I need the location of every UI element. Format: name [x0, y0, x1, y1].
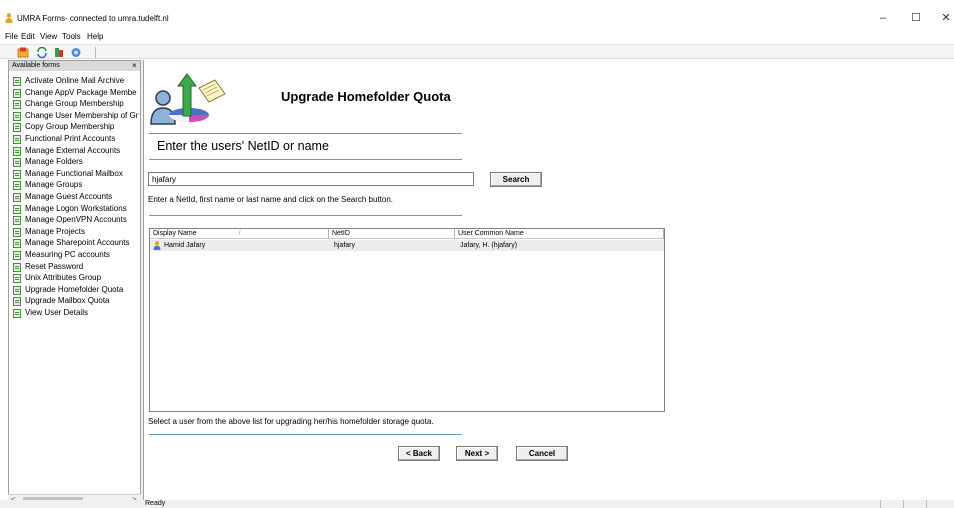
title-bar: UMRA Forms- connected to umra.tudelft.nl… [0, 0, 954, 30]
panel-splitter[interactable] [141, 60, 144, 500]
search-input[interactable] [148, 172, 474, 186]
divider [149, 434, 462, 435]
menu-view[interactable]: View [40, 32, 57, 41]
form-icon [13, 181, 21, 191]
available-forms-panel: Available forms × Activate Online Mail A… [8, 60, 141, 500]
user-results-list[interactable]: Display Name / NetID User Common Name Ham… [149, 228, 665, 412]
cell-netid: hjafary [334, 242, 356, 249]
form-icon [13, 146, 21, 156]
form-icon [13, 309, 21, 318]
quota-upgrade-logo-icon [150, 73, 226, 125]
form-icon [13, 274, 21, 284]
form-icon [13, 193, 21, 202]
section-heading: Enter the users' NetID or name [157, 139, 329, 153]
toolbar [0, 44, 954, 59]
panel-header: Available forms × [9, 61, 140, 71]
select-user-hint: Select a user from the above list for up… [148, 417, 434, 426]
form-icon [13, 77, 21, 86]
search-hint: Enter a NetId, first name or last name a… [148, 195, 394, 204]
form-content: Upgrade Homefolder Quota Enter the users… [145, 60, 954, 500]
status-panel [926, 500, 948, 508]
form-icon [13, 239, 21, 249]
form-icon [13, 285, 21, 295]
column-header-display-name[interactable]: Display Name / [150, 229, 329, 239]
maximize-button[interactable]: ☐ [901, 10, 931, 26]
menu-tools[interactable]: Tools [62, 32, 81, 41]
divider [149, 133, 462, 134]
cell-display-name: Hamid Jafary [164, 242, 206, 249]
panel-title: Available forms [12, 62, 60, 69]
menu-edit[interactable]: Edit [21, 32, 35, 41]
form-icon [13, 88, 21, 98]
table-row[interactable]: Hamid Jafary hjafary Jafary, H. (hjafary… [150, 240, 664, 251]
status-panel [903, 500, 925, 508]
cancel-button[interactable]: Cancel [516, 446, 568, 461]
toolbar-separator [95, 47, 96, 58]
form-icon [13, 100, 21, 110]
form-icon [13, 251, 21, 260]
form-icon [13, 227, 21, 237]
divider [149, 215, 462, 216]
form-icon [13, 123, 21, 133]
user-icon [153, 241, 161, 250]
forms-list: Activate Online Mail Archive Change AppV… [9, 75, 140, 485]
form-icon [13, 262, 21, 272]
divider [149, 159, 462, 160]
open-form-icon[interactable] [17, 47, 29, 58]
sort-indicator-icon: / [238, 230, 241, 237]
form-icon [13, 158, 21, 168]
minimize-button[interactable]: – [868, 10, 898, 26]
umra-user-icon [5, 13, 13, 23]
connect-icon[interactable] [53, 47, 65, 58]
back-button[interactable]: < Back [398, 446, 440, 461]
column-header-user-common-name[interactable]: User Common Name [455, 229, 664, 239]
status-bar: Ready [0, 500, 954, 508]
panel-close-icon[interactable]: × [132, 61, 137, 70]
cell-common-name: Jafary, H. (hjafary) [460, 242, 518, 249]
search-button[interactable]: Search [490, 172, 542, 187]
status-text: Ready [145, 500, 166, 507]
form-icon [13, 135, 21, 144]
settings-icon[interactable] [70, 47, 82, 58]
app-window: UMRA Forms- connected to umra.tudelft.nl… [0, 0, 954, 508]
close-button[interactable]: ✕ [931, 10, 954, 26]
form-icon [13, 216, 21, 226]
next-button[interactable]: Next > [456, 446, 498, 461]
status-panel [880, 500, 902, 508]
refresh-icon[interactable] [36, 47, 48, 58]
menu-file[interactable]: File [5, 32, 18, 41]
form-title: Upgrade Homefolder Quota [281, 89, 451, 104]
form-icon [13, 169, 21, 179]
form-icon [13, 297, 21, 307]
window-title: UMRA Forms- connected to umra.tudelft.nl [17, 14, 169, 23]
menu-help[interactable]: Help [87, 32, 103, 41]
column-header-netid[interactable]: NetID [329, 229, 455, 239]
menu-bar: File Edit View Tools Help [0, 31, 954, 44]
form-icon [13, 111, 21, 121]
form-icon [13, 204, 21, 214]
